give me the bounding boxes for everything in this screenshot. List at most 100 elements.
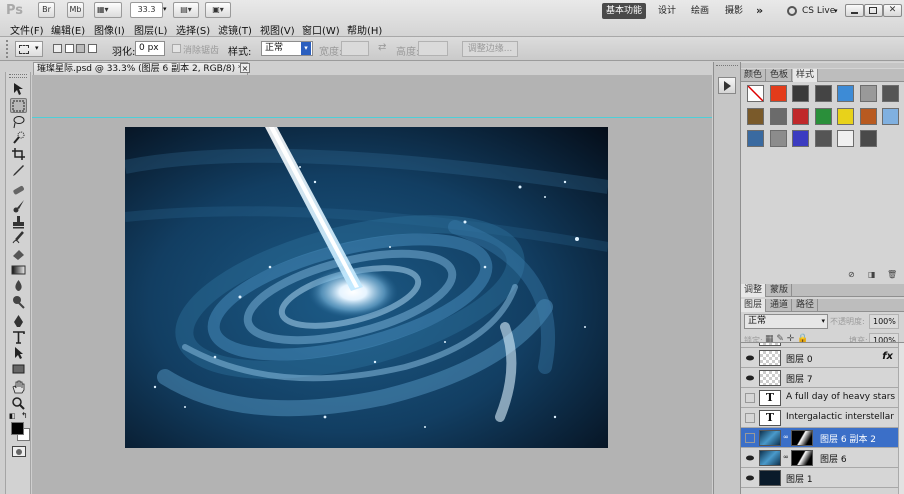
style-swatch[interactable] <box>882 107 899 125</box>
clear-style-icon[interactable]: ⊘ <box>848 270 855 279</box>
menu-edit[interactable]: 编辑(E) <box>51 22 85 37</box>
menu-filter[interactable]: 滤镜(T) <box>218 22 252 37</box>
layer-row[interactable]: ∞ 图层 6 <box>741 448 904 468</box>
visibility-eye-icon[interactable] <box>745 393 755 403</box>
zoom-level-field[interactable]: 33.3 <box>130 2 163 18</box>
mini-bridge-button[interactable]: Mb <box>67 2 84 18</box>
new-selection-icon[interactable] <box>53 44 62 53</box>
tab-swatches[interactable]: 色板 <box>767 69 793 82</box>
gradient-tool[interactable] <box>10 263 27 278</box>
style-swatch[interactable] <box>769 85 787 102</box>
tab-paths[interactable]: 路径 <box>793 299 819 312</box>
tab-channels[interactable]: 通道 <box>767 299 793 312</box>
style-swatch[interactable] <box>792 107 809 125</box>
hand-tool[interactable] <box>10 380 27 395</box>
blur-tool[interactable] <box>10 279 27 294</box>
intersect-selection-icon[interactable] <box>88 44 97 53</box>
tab-masks[interactable]: 蒙版 <box>767 284 793 297</box>
layer-effects-badge[interactable]: fx <box>882 351 893 362</box>
eyedropper-tool[interactable] <box>10 163 27 178</box>
style-swatch[interactable] <box>792 85 809 102</box>
default-colors-icon[interactable]: ◧ <box>9 412 16 420</box>
height-input[interactable] <box>418 41 448 56</box>
zoom-dropdown-icon[interactable]: ▾ <box>163 5 167 13</box>
style-swatch[interactable] <box>814 130 832 147</box>
brush-tool[interactable] <box>10 199 27 214</box>
foreground-color-swatch[interactable] <box>11 422 24 435</box>
screen-mode-button[interactable]: ▣▾ <box>205 2 231 18</box>
width-input[interactable] <box>341 41 369 56</box>
more-workspaces-button[interactable]: » <box>752 3 767 19</box>
shape-tool[interactable] <box>10 362 27 377</box>
layer-row[interactable]: 图层 0 fx <box>741 348 904 368</box>
layer-mask-thumbnail[interactable] <box>791 430 813 446</box>
layer-row[interactable]: T Intergalactic interstellar <box>741 408 904 428</box>
zoom-tool[interactable] <box>10 396 27 411</box>
opacity-input[interactable]: 100% <box>869 314 899 329</box>
workspace-painting[interactable]: 绘画 <box>687 3 713 19</box>
style-swatch[interactable] <box>837 85 854 102</box>
layers-scrollbar[interactable] <box>898 343 904 494</box>
style-swatch[interactable] <box>747 107 764 125</box>
view-extras-button[interactable]: ▦▾ <box>94 2 122 18</box>
menu-view[interactable]: 视图(V) <box>260 22 295 37</box>
document-canvas[interactable] <box>125 127 608 448</box>
menu-file[interactable]: 文件(F) <box>10 22 44 37</box>
layer-row[interactable]: ∞ 图层 6 副本 2 <box>741 428 904 448</box>
pen-tool[interactable] <box>10 314 27 329</box>
tool-preset-picker[interactable]: ▾ <box>15 41 43 57</box>
chain-link-icon[interactable]: ∞ <box>783 433 789 441</box>
style-swatch[interactable] <box>769 107 787 125</box>
tab-layers[interactable]: 图层 <box>741 299 767 312</box>
swap-colors-icon[interactable]: ↰ <box>21 411 28 420</box>
style-swatch[interactable] <box>882 85 899 102</box>
quick-selection-tool[interactable] <box>10 131 27 146</box>
menu-select[interactable]: 选择(S) <box>176 22 210 37</box>
minimize-button[interactable] <box>845 4 864 17</box>
eraser-tool[interactable] <box>10 247 27 262</box>
style-swatch[interactable] <box>747 130 764 147</box>
visibility-eye-icon[interactable] <box>745 353 755 363</box>
tab-color[interactable]: 颜色 <box>741 69 767 82</box>
type-tool[interactable] <box>10 330 27 345</box>
menu-help[interactable]: 帮助(H) <box>347 22 382 37</box>
style-swatch[interactable] <box>837 130 854 147</box>
workspace-design[interactable]: 设计 <box>654 3 680 19</box>
add-selection-icon[interactable] <box>65 44 74 53</box>
feather-input[interactable]: 0 px <box>135 41 165 56</box>
style-swatch[interactable] <box>859 85 877 102</box>
workspace-essentials[interactable]: 基本功能 <box>602 3 647 19</box>
arrange-documents-button[interactable]: ▤▾ <box>173 2 199 18</box>
layer-row[interactable]: 图层 1 <box>741 468 904 488</box>
visibility-eye-icon[interactable] <box>745 453 755 463</box>
visibility-eye-icon[interactable] <box>745 433 755 443</box>
quick-mask-button[interactable] <box>12 446 26 457</box>
delete-style-icon[interactable]: 🗑 <box>887 270 897 279</box>
style-swatch[interactable] <box>814 85 832 102</box>
menu-layer[interactable]: 图层(L) <box>134 22 167 37</box>
actions-panel-button[interactable] <box>718 77 736 94</box>
layer-row[interactable]: 图层 7 <box>741 368 904 388</box>
style-swatch[interactable] <box>814 107 832 125</box>
style-swatch[interactable] <box>837 107 854 125</box>
workspace-photography[interactable]: 摄影 <box>721 3 747 19</box>
chain-link-icon[interactable]: ∞ <box>783 453 789 461</box>
layer-row[interactable]: T A full day of heavy stars Brig <box>741 388 904 408</box>
blend-mode-select[interactable]: 正常 ▾ <box>744 314 828 329</box>
layer-mask-thumbnail[interactable] <box>791 450 813 466</box>
restore-button[interactable] <box>864 4 883 17</box>
tab-styles[interactable]: 样式 <box>793 69 819 82</box>
move-tool[interactable] <box>10 82 27 97</box>
style-swatch[interactable] <box>859 107 877 125</box>
history-brush-tool[interactable] <box>10 231 27 246</box>
bridge-button[interactable]: Br <box>38 2 55 18</box>
lasso-tool[interactable] <box>10 115 27 130</box>
antialias-checkbox[interactable] <box>172 44 181 53</box>
style-swatch[interactable] <box>859 130 877 147</box>
marquee-tool[interactable] <box>10 98 27 113</box>
swap-icon[interactable]: ⇄ <box>378 42 386 53</box>
visibility-eye-icon[interactable] <box>745 373 755 383</box>
document-tab[interactable]: 璀璨星际.psd @ 33.3% (图层 6 副本 2, RGB/8) * × <box>33 62 250 75</box>
close-document-button[interactable]: × <box>240 63 250 73</box>
visibility-eye-icon[interactable] <box>745 342 755 343</box>
